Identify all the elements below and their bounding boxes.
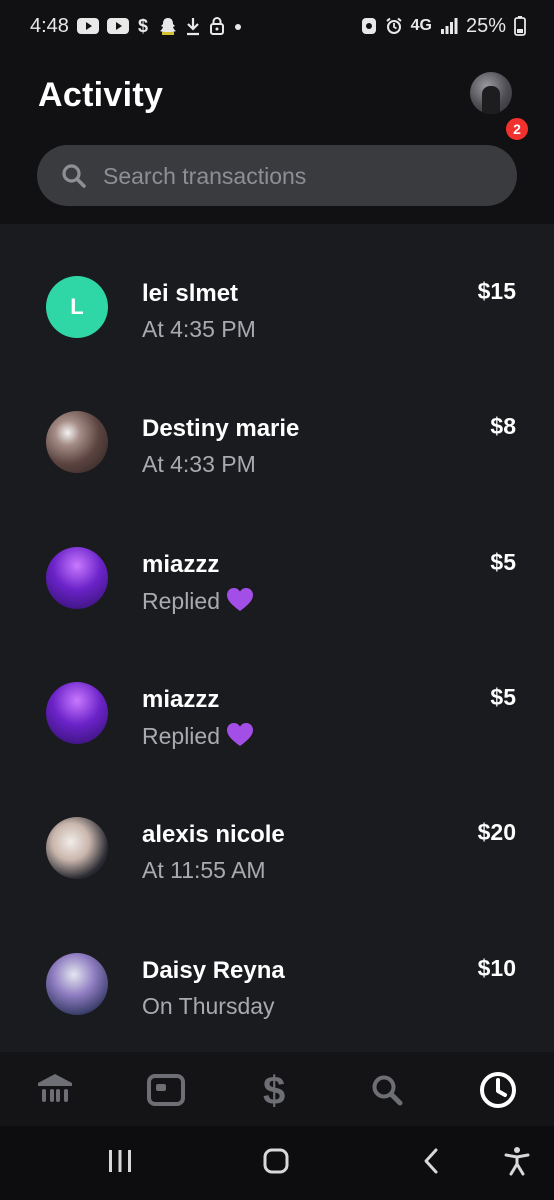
bank-icon [36, 1072, 74, 1113]
transaction-amount: $15 [477, 278, 516, 304]
profile-photo [482, 86, 500, 114]
tab-search[interactable] [367, 1072, 407, 1112]
bottom-tab-bar: $ [0, 1052, 554, 1126]
activity-clock-icon [478, 1070, 518, 1115]
battery-percent: 25% [465, 14, 506, 37]
transaction-name: lei slmet [142, 280, 239, 307]
status-bar: 4:48 $ 4G 25% [0, 0, 554, 52]
search-bar[interactable] [37, 145, 517, 208]
download-icon [185, 16, 201, 36]
transaction-amount: $8 [490, 413, 516, 439]
transaction-subtitle: Replied [142, 722, 254, 754]
avatar [46, 682, 108, 744]
tab-activity[interactable] [478, 1070, 518, 1115]
signal-icon [440, 16, 458, 36]
home-icon [262, 1147, 290, 1180]
search-icon [370, 1073, 404, 1112]
avatar [46, 953, 108, 1015]
purple-heart-icon [226, 722, 254, 754]
activity-header: Activity 2 [0, 52, 554, 224]
transaction-name: Destiny marie [142, 415, 300, 442]
transaction-subtitle: At 4:33 PM [142, 451, 256, 477]
system-navigation-bar [0, 1126, 554, 1200]
recent-apps-icon [106, 1148, 134, 1179]
purple-heart-icon [226, 587, 254, 619]
transaction-subtitle: At 4:35 PM [142, 316, 256, 342]
youtube-icon [76, 16, 99, 36]
youtube-icon [106, 16, 129, 36]
transaction-row[interactable]: alexis nicole At 11:55 AM $20 [0, 765, 554, 900]
transaction-name: alexis nicole [142, 821, 285, 848]
alarm-icon [385, 16, 403, 36]
avatar [46, 411, 108, 473]
snapchat-icon [159, 16, 177, 36]
avatar [46, 547, 108, 609]
tab-money[interactable]: $ [256, 1069, 296, 1115]
status-bar-left: 4:48 $ [30, 15, 243, 38]
transaction-subtitle: At 11:55 AM [142, 857, 266, 883]
cash-app-icon: $ [137, 16, 151, 36]
recent-apps-button[interactable] [105, 1148, 135, 1178]
lock-icon [209, 16, 225, 36]
transaction-row[interactable]: miazzz Replied $5 [0, 630, 554, 765]
card-icon [147, 1073, 185, 1112]
battery-icon [514, 16, 526, 36]
transaction-subtitle: On Thursday [142, 993, 275, 1019]
tab-banking[interactable] [35, 1072, 75, 1112]
dot-icon [233, 16, 243, 36]
search-input[interactable] [101, 145, 495, 208]
profile-avatar[interactable] [470, 72, 512, 114]
transaction-row[interactable]: L lei slmet At 4:35 PM $15 [0, 224, 554, 359]
transaction-subtitle: Replied [142, 587, 254, 619]
network-label: 4G [410, 17, 432, 34]
alarm-lock-icon [361, 16, 377, 36]
svg-text:$: $ [138, 16, 148, 36]
accessibility-button[interactable] [503, 1146, 531, 1181]
svg-text:$: $ [263, 1070, 285, 1110]
back-button[interactable] [418, 1148, 444, 1178]
dollar-icon: $ [261, 1069, 291, 1115]
page-title: Activity [38, 76, 164, 114]
transaction-row[interactable]: Destiny marie At 4:33 PM $8 [0, 359, 554, 494]
avatar-letter: L [46, 276, 108, 338]
transaction-row[interactable]: miazzz Replied $5 [0, 495, 554, 630]
transaction-amount: $5 [490, 684, 516, 710]
subtitle-text: Replied [142, 723, 220, 749]
back-icon [421, 1147, 441, 1180]
home-button[interactable] [261, 1148, 291, 1178]
transaction-name: Daisy Reyna [142, 957, 285, 984]
avatar [46, 817, 108, 879]
transaction-amount: $20 [477, 819, 516, 845]
transaction-row[interactable]: Daisy Reyna On Thursday $10 [0, 901, 554, 1036]
transaction-amount: $10 [477, 955, 516, 981]
search-icon [61, 163, 87, 194]
status-time: 4:48 [30, 14, 69, 37]
accessibility-icon [504, 1146, 530, 1181]
tab-card[interactable] [146, 1072, 186, 1112]
transaction-amount: $5 [490, 549, 516, 575]
transaction-name: miazzz [142, 551, 220, 578]
notification-badge[interactable]: 2 [504, 116, 530, 142]
transaction-name: miazzz [142, 686, 220, 713]
subtitle-text: Replied [142, 588, 220, 614]
status-bar-right: 4G 25% [361, 15, 526, 38]
